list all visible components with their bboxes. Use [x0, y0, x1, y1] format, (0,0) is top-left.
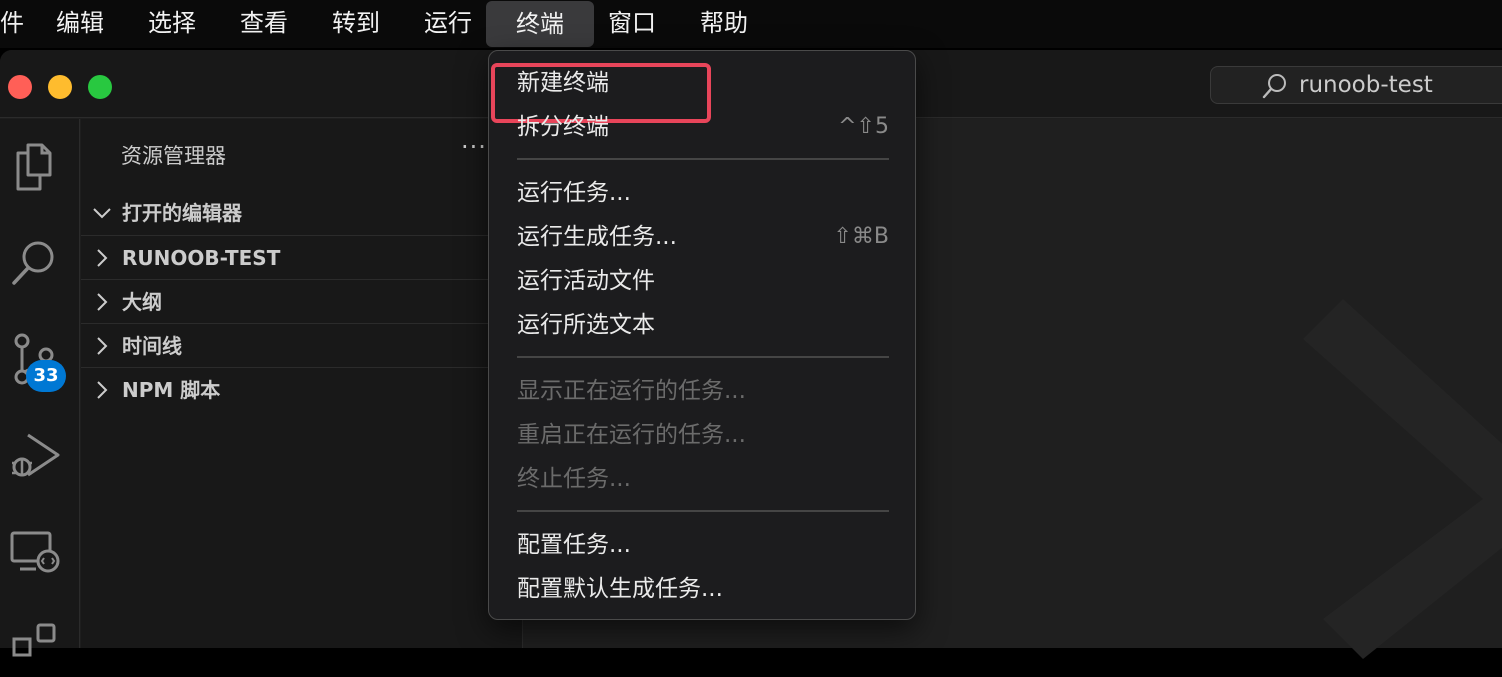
command-center-label: runoob-test — [1299, 72, 1433, 98]
command-center[interactable]: runoob-test — [1210, 66, 1502, 104]
menu-item-label: 显示正在运行的任务... — [517, 378, 746, 404]
menu-item-label: 终止任务... — [517, 466, 631, 492]
menu-shortcut: ^⇧5 — [838, 114, 889, 139]
explorer-title: 资源管理器 — [121, 144, 226, 168]
section-label: 时间线 — [122, 334, 182, 358]
menu-shortcut: ⇧⌘B — [833, 224, 889, 249]
menubar-selection[interactable]: 选择 — [148, 0, 196, 46]
maximize-window-button[interactable] — [88, 75, 112, 99]
menubar-file[interactable]: 件 — [0, 0, 24, 46]
chevron-down-icon — [91, 202, 113, 224]
search-icon[interactable] — [8, 235, 62, 289]
menu-item-label: 运行所选文本 — [517, 312, 655, 338]
menubar-view[interactable]: 查看 — [240, 0, 288, 46]
terminal-menu-dropdown: 新建终端 拆分终端 ^⇧5 运行任务... 运行生成任务... ⇧⌘B 运行活动… — [488, 50, 916, 620]
source-control-badge: 33 — [26, 360, 66, 392]
menu-item-show-running-tasks: 显示正在运行的任务... — [517, 371, 889, 411]
menu-item-run-build-task[interactable]: 运行生成任务... ⇧⌘B — [517, 217, 889, 257]
run-debug-icon[interactable] — [8, 429, 62, 483]
search-icon — [1261, 72, 1289, 104]
remote-explorer-icon[interactable] — [8, 525, 62, 579]
menu-separator — [517, 510, 889, 512]
section-timeline[interactable]: 时间线 — [81, 323, 523, 367]
section-label: NPM 脚本 — [122, 378, 221, 402]
menu-item-label: 重启正在运行的任务... — [517, 422, 746, 448]
activity-bar: 33 — [0, 119, 80, 657]
menu-item-label: 配置任务... — [517, 532, 631, 558]
menu-item-label: 运行任务... — [517, 180, 631, 206]
menubar-help[interactable]: 帮助 — [700, 0, 748, 46]
section-open-editors[interactable]: 打开的编辑器 — [81, 191, 523, 235]
section-label: RUNOOB-TEST — [122, 246, 281, 270]
minimize-window-button[interactable] — [48, 75, 72, 99]
menu-item-split-terminal[interactable]: 拆分终端 ^⇧5 — [517, 107, 889, 147]
extensions-icon[interactable] — [8, 619, 62, 673]
menu-bar: 件 编辑 选择 查看 转到 运行 终端 窗口 帮助 — [0, 0, 1502, 48]
explorer-sidebar: 资源管理器 ··· 打开的编辑器 RUNOOB-TEST 大纲 时间线 NPM … — [81, 119, 523, 648]
menu-item-label: 拆分终端 — [517, 114, 609, 140]
section-label: 大纲 — [122, 290, 162, 314]
menu-item-label: 新建终端 — [517, 70, 609, 96]
menubar-window[interactable]: 窗口 — [608, 0, 656, 46]
chevron-right-icon — [91, 291, 113, 313]
menu-item-run-selected-text[interactable]: 运行所选文本 — [517, 305, 889, 345]
menu-item-configure-tasks[interactable]: 配置任务... — [517, 525, 889, 565]
section-runoob-test[interactable]: RUNOOB-TEST — [81, 235, 523, 279]
menu-item-run-active-file[interactable]: 运行活动文件 — [517, 261, 889, 301]
menu-item-label: 配置默认生成任务... — [517, 576, 723, 602]
close-window-button[interactable] — [8, 75, 32, 99]
chevron-right-icon — [91, 335, 113, 357]
menubar-edit[interactable]: 编辑 — [56, 0, 104, 46]
chevron-right-icon — [91, 379, 113, 401]
vscode-logo-watermark — [1303, 299, 1502, 663]
menu-separator — [517, 356, 889, 358]
menubar-go[interactable]: 转到 — [332, 0, 380, 46]
chevron-right-icon — [91, 247, 113, 269]
section-label: 打开的编辑器 — [122, 201, 242, 225]
menu-item-new-terminal[interactable]: 新建终端 — [517, 63, 889, 103]
menubar-run[interactable]: 运行 — [424, 0, 472, 46]
menu-item-label: 运行生成任务... — [517, 224, 677, 250]
menu-item-terminate-task: 终止任务... — [517, 459, 889, 499]
menu-item-run-task[interactable]: 运行任务... — [517, 173, 889, 213]
more-actions-icon[interactable]: ··· — [461, 133, 487, 161]
files-icon[interactable] — [8, 139, 62, 193]
menu-separator — [517, 158, 889, 160]
section-outline[interactable]: 大纲 — [81, 279, 523, 323]
section-npm-scripts[interactable]: NPM 脚本 — [81, 367, 523, 411]
menu-item-label: 运行活动文件 — [517, 268, 655, 294]
menu-item-restart-running-task: 重启正在运行的任务... — [517, 415, 889, 455]
menubar-terminal[interactable]: 终端 — [486, 1, 594, 47]
menu-item-configure-default-build-task[interactable]: 配置默认生成任务... — [517, 569, 889, 609]
